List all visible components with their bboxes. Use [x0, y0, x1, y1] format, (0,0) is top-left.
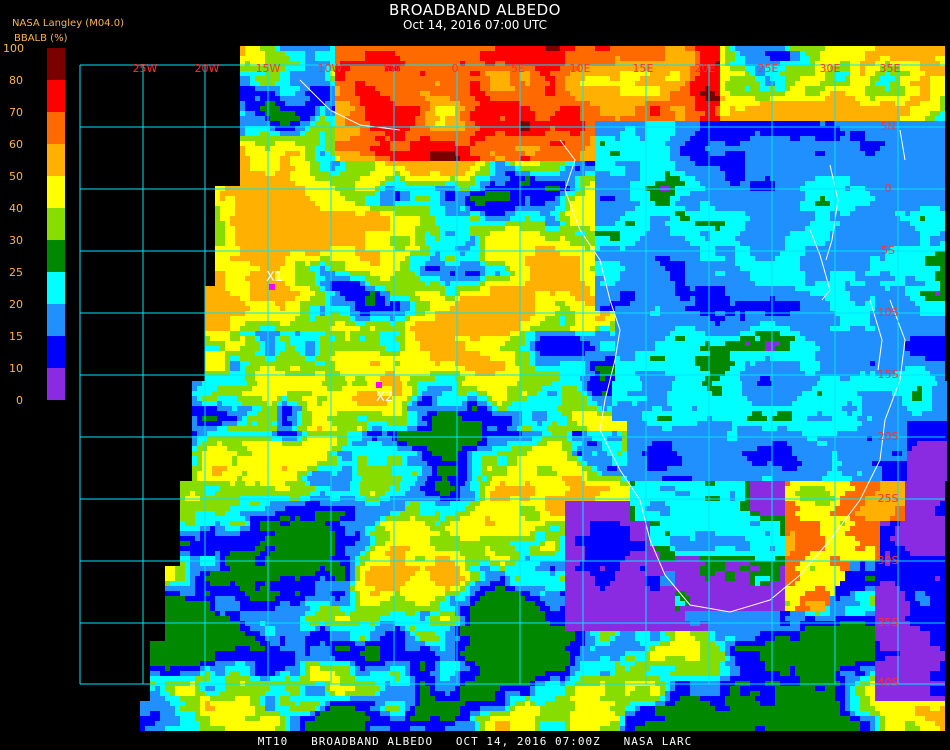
latitude-label: 5N — [880, 120, 895, 133]
longitude-label: 15E — [633, 62, 654, 75]
longitude-label: 35E — [880, 62, 901, 75]
latitude-label: 20S — [878, 430, 899, 443]
site-marker-label: X2 — [376, 390, 393, 405]
albedo-map: 25W 20W 15W 10W 5W 0 5E 10E 15E 20E 25E 30E 35E 5N 0 5S… — [0, 0, 950, 750]
longitude-label: 10E — [570, 62, 591, 75]
longitude-label: 25W — [133, 62, 158, 75]
longitude-label: 25E — [758, 62, 779, 75]
latitude-label: 10S — [878, 306, 899, 319]
site-marker — [376, 382, 382, 388]
longitude-label: 15W — [256, 62, 281, 75]
site-marker-label: X1 — [266, 270, 283, 285]
footer-caption: MT10 BROADBAND ALBEDO OCT 14, 2016 07:00… — [0, 735, 950, 748]
latitude-label: 15S — [878, 368, 899, 381]
latitude-label: 0 — [885, 182, 892, 195]
latitude-label: 25S — [878, 492, 899, 505]
latitude-label: 40S — [878, 676, 899, 689]
longitude-label: 20E — [695, 62, 716, 75]
latitude-label: 30S — [878, 554, 899, 567]
latitude-label: 35S — [878, 616, 899, 629]
longitude-label: 5E — [511, 62, 525, 75]
longitude-label: 5W — [383, 62, 401, 75]
longitude-label: 10W — [318, 62, 343, 75]
albedo-field — [140, 46, 947, 731]
latitude-label: 5S — [881, 244, 895, 257]
longitude-label: 0 — [452, 62, 459, 75]
longitude-label: 20W — [195, 62, 220, 75]
longitude-label: 30E — [820, 62, 841, 75]
